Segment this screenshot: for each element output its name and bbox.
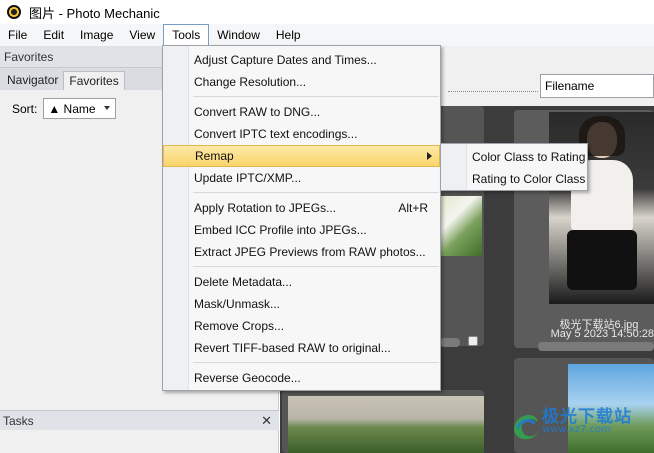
submenu-item-rating-to-color-class[interactable]: Rating to Color Class [441, 168, 587, 190]
menu-separator [193, 96, 439, 97]
menu-item-embed-icc-profile[interactable]: Embed ICC Profile into JPEGs... [163, 219, 440, 241]
menu-item-label: Remove Crops... [194, 319, 285, 333]
menu-image[interactable]: Image [72, 24, 121, 46]
menu-separator [193, 192, 439, 193]
thumbnail-cell[interactable] [282, 390, 484, 453]
menu-item-revert-tiff-raw[interactable]: Revert TIFF-based RAW to original... [163, 337, 440, 359]
sort-label: Sort: [12, 101, 38, 116]
menu-item-shortcut: Alt+R [398, 201, 428, 215]
menu-item-convert-iptc-encodings[interactable]: Convert IPTC text encodings... [163, 123, 440, 145]
title-bar: 图片 - Photo Mechanic [0, 0, 654, 24]
remap-submenu: Color Class to Rating Rating to Color Cl… [440, 143, 588, 191]
menu-item-remove-crops[interactable]: Remove Crops... [163, 315, 440, 337]
menu-item-change-resolution[interactable]: Change Resolution... [163, 71, 440, 93]
sort-select-value: ▲ Name [48, 101, 96, 116]
sort-field-select[interactable]: Filename [540, 74, 654, 98]
menu-item-label: Update IPTC/XMP... [194, 171, 302, 185]
menu-item-label: Convert IPTC text encodings... [194, 127, 358, 141]
menu-item-extract-jpeg-previews[interactable]: Extract JPEG Previews from RAW photos... [163, 241, 440, 263]
portrait-legs [567, 230, 637, 290]
thumbnail-image [288, 396, 484, 453]
window-title: 图片 - Photo Mechanic [29, 5, 160, 21]
tab-navigator[interactable]: Navigator [2, 71, 63, 90]
tab-favorites[interactable]: Favorites [63, 71, 125, 90]
menu-item-update-iptc-xmp[interactable]: Update IPTC/XMP... [163, 167, 440, 189]
watermark: 极光下载站 www.xz7.com [508, 398, 654, 450]
menu-item-label: Mask/Unmask... [194, 297, 281, 311]
checkbox[interactable] [468, 336, 478, 346]
submenu-item-color-class-to-rating[interactable]: Color Class to Rating [441, 146, 587, 168]
menu-file[interactable]: File [0, 24, 35, 46]
menu-separator [193, 362, 439, 363]
watermark-logo-icon [514, 415, 538, 440]
menu-item-label: Apply Rotation to JPEGs... [194, 201, 337, 215]
menu-item-label: Change Resolution... [194, 75, 307, 89]
menu-item-label: Reverse Geocode... [194, 371, 301, 385]
close-icon[interactable]: ✕ [261, 411, 272, 431]
app-icon [7, 5, 21, 19]
chevron-right-icon [427, 152, 432, 160]
thumbnail-cell[interactable] [440, 106, 484, 347]
menu-item-label: Extract JPEG Previews from RAW photos... [194, 245, 426, 259]
thumbnail-image [549, 112, 654, 304]
menu-item-label: Revert TIFF-based RAW to original... [194, 341, 391, 355]
tools-menu: Adjust Capture Dates and Times... Change… [162, 45, 441, 391]
menu-tools[interactable]: Tools [163, 24, 210, 46]
menu-item-label: Adjust Capture Dates and Times... [194, 53, 377, 67]
menu-item-label: Convert RAW to DNG... [194, 105, 321, 119]
thumbnail-image [440, 196, 482, 256]
sort-row: Sort: ▲ Name [12, 98, 117, 119]
menu-separator [193, 266, 439, 267]
thumbnail-date: May 5 2023 14:50:28 [550, 328, 654, 340]
menu-item-label: Embed ICC Profile into JPEGs... [194, 223, 367, 237]
menu-item-label: Remap [195, 149, 234, 163]
menu-item-convert-raw-to-dng[interactable]: Convert RAW to DNG... [163, 101, 440, 123]
progress-bar [440, 338, 460, 347]
menu-view[interactable]: View [121, 24, 163, 46]
progress-bar [538, 342, 654, 351]
tasks-header: Tasks ✕ [0, 410, 279, 430]
menu-item-adjust-capture-dates[interactable]: Adjust Capture Dates and Times... [163, 49, 440, 71]
menu-item-remap[interactable]: Remap [163, 145, 440, 167]
chevron-down-icon [104, 106, 111, 110]
size-slider[interactable] [448, 91, 538, 92]
menu-item-mask-unmask[interactable]: Mask/Unmask... [163, 293, 440, 315]
menu-edit[interactable]: Edit [35, 24, 72, 46]
menu-item-label: Delete Metadata... [194, 275, 293, 289]
menu-item-apply-rotation[interactable]: Apply Rotation to JPEGs... Alt+R [163, 197, 440, 219]
menu-bar: File Edit Image View Tools Window Help [0, 24, 654, 46]
tasks-title: Tasks [3, 414, 34, 428]
menu-window[interactable]: Window [209, 24, 268, 46]
menu-item-delete-metadata[interactable]: Delete Metadata... [163, 271, 440, 293]
menu-item-reverse-geocode[interactable]: Reverse Geocode... [163, 367, 440, 389]
watermark-url: www.xz7.com [542, 424, 611, 435]
sort-select[interactable]: ▲ Name [43, 98, 117, 119]
menu-help[interactable]: Help [268, 24, 309, 46]
